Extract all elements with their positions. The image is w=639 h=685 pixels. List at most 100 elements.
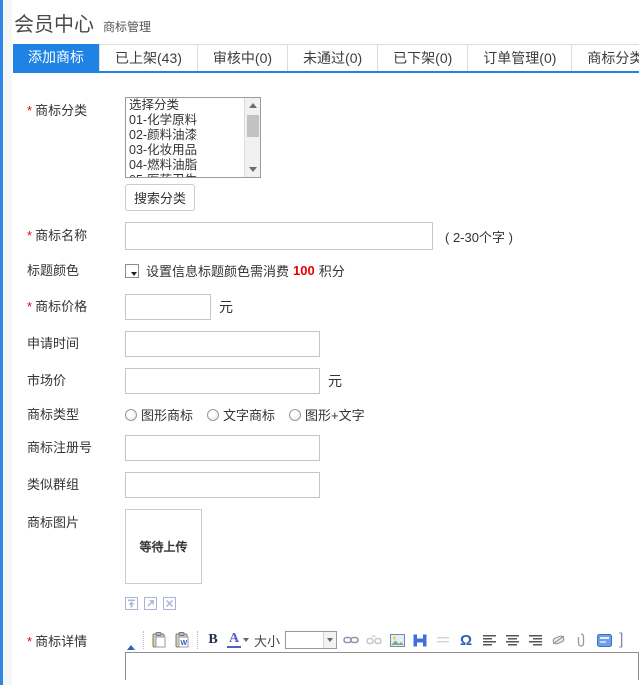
- toolbar-separator: [197, 631, 198, 649]
- combo-dropdown-icon[interactable]: [323, 632, 336, 648]
- similar-group-input[interactable]: [125, 472, 320, 498]
- tab-add-trademark[interactable]: 添加商标: [13, 44, 99, 71]
- tab-on-shelf[interactable]: 已上架(43): [99, 44, 198, 71]
- breadcrumb: 商标管理: [103, 18, 151, 35]
- source-icon[interactable]: [595, 631, 613, 649]
- paste-from-word-icon[interactable]: W: [173, 631, 191, 649]
- open-preview-icon[interactable]: [144, 597, 157, 610]
- title-color-label: 标题颜色: [27, 263, 125, 279]
- paste-icon[interactable]: [150, 631, 168, 649]
- collapse-toolbar-icon[interactable]: [127, 645, 135, 650]
- row-reg-number: 商标注册号: [27, 435, 639, 461]
- page-title: 会员中心: [14, 8, 94, 37]
- apply-time-label: 申请时间: [27, 336, 125, 352]
- add-trademark-form: *商标分类 选择分类 01-化学原料 02-颜料油漆 03-化妆用品 04-燃料…: [13, 73, 639, 680]
- tab-off-shelf[interactable]: 已下架(0): [378, 44, 468, 71]
- type-label: 商标类型: [27, 407, 125, 423]
- category-option[interactable]: 04-燃料油脂: [126, 158, 245, 173]
- row-type: 商标类型 图形商标 文字商标 图形+文字: [27, 405, 639, 424]
- required-asterisk: *: [27, 228, 32, 243]
- font-color-dropdown-icon[interactable]: [243, 638, 249, 642]
- font-size-value: [286, 632, 323, 648]
- category-option[interactable]: 03-化妆用品: [126, 143, 245, 158]
- bold-button[interactable]: B: [204, 631, 222, 649]
- category-option[interactable]: 02-颜料油漆: [126, 128, 245, 143]
- row-similar-group: 类似群组: [27, 472, 639, 498]
- name-label: *商标名称: [27, 228, 125, 244]
- radio-icon[interactable]: [289, 409, 301, 421]
- editor-content-area[interactable]: [125, 652, 639, 680]
- tab-rejected[interactable]: 未通过(0): [288, 44, 378, 71]
- align-right-icon[interactable]: [526, 631, 544, 649]
- unlink-icon[interactable]: [365, 631, 383, 649]
- category-option[interactable]: 选择分类: [126, 98, 245, 113]
- required-asterisk: *: [27, 299, 32, 314]
- detail-label: *商标详情: [27, 628, 125, 680]
- row-category: *商标分类 选择分类 01-化学原料 02-颜料油漆 03-化妆用品 04-燃料…: [27, 97, 639, 211]
- category-label: *商标分类: [27, 97, 125, 211]
- similar-group-label: 类似群组: [27, 477, 125, 493]
- title-color-cost: 100: [293, 263, 315, 278]
- radio-type-text[interactable]: 文字商标: [207, 405, 275, 424]
- radio-icon[interactable]: [207, 409, 219, 421]
- search-category-button[interactable]: 搜索分类: [125, 184, 195, 211]
- required-asterisk: *: [27, 634, 32, 649]
- tab-orders[interactable]: 订单管理(0): [468, 44, 572, 71]
- page-header: 会员中心 商标管理: [13, 0, 639, 41]
- flash-media-icon[interactable]: [411, 631, 429, 649]
- special-char-icon[interactable]: Ω: [457, 631, 475, 649]
- row-price: *商标价格 元: [27, 294, 639, 320]
- category-option[interactable]: 01-化学原料: [126, 113, 245, 128]
- scroll-down-icon[interactable]: [249, 167, 257, 172]
- scrollbar-thumb[interactable]: [247, 115, 259, 137]
- image-icon[interactable]: [388, 631, 406, 649]
- category-option[interactable]: 05-医药卫生: [126, 173, 245, 177]
- row-apply-time: 申请时间: [27, 331, 639, 357]
- font-size-label: 大小: [254, 631, 280, 650]
- title-color-unit: 积分: [319, 261, 345, 280]
- align-center-icon[interactable]: [503, 631, 521, 649]
- attachment-icon[interactable]: [572, 631, 590, 649]
- trademark-name-input[interactable]: [125, 222, 433, 250]
- member-center-page: 会员中心 商标管理 添加商标 已上架(43) 审核中(0) 未通过(0) 已下架…: [13, 0, 639, 680]
- price-input[interactable]: [125, 294, 211, 320]
- font-size-combo[interactable]: [285, 631, 337, 649]
- rich-text-editor: W B A 大小: [125, 628, 639, 680]
- row-market-price: 市场价 元: [27, 368, 639, 394]
- title-color-text: 设置信息标题颜色需消费: [146, 261, 289, 280]
- remove-format-icon[interactable]: [549, 631, 567, 649]
- toolbar-end-bracket: ]: [619, 631, 623, 649]
- radio-icon[interactable]: [125, 409, 137, 421]
- delete-icon[interactable]: [163, 597, 176, 610]
- tab-in-review[interactable]: 审核中(0): [198, 44, 288, 71]
- svg-text:W: W: [180, 640, 187, 647]
- radio-type-figure[interactable]: 图形商标: [125, 405, 193, 424]
- price-unit: 元: [219, 297, 233, 317]
- market-price-label: 市场价: [27, 373, 125, 389]
- font-color-button[interactable]: A: [227, 632, 241, 648]
- market-price-input[interactable]: [125, 368, 320, 394]
- listbox-scrollbar[interactable]: [244, 98, 260, 177]
- link-icon[interactable]: [342, 631, 360, 649]
- radio-type-figure-text[interactable]: 图形+文字: [289, 405, 365, 424]
- name-length-hint: ( 2-30个字 ): [445, 227, 513, 246]
- scroll-up-icon[interactable]: [245, 98, 260, 113]
- category-listbox[interactable]: 选择分类 01-化学原料 02-颜料油漆 03-化妆用品 04-燃料油脂 05-…: [125, 97, 261, 178]
- title-color-checkbox[interactable]: [125, 264, 139, 278]
- image-label: 商标图片: [27, 509, 125, 610]
- row-name: *商标名称 ( 2-30个字 ): [27, 222, 639, 250]
- reg-number-label: 商标注册号: [27, 440, 125, 456]
- upload-icon[interactable]: [125, 597, 138, 610]
- editor-toolbar: W B A 大小: [125, 628, 639, 652]
- tab-categories[interactable]: 商标分类(0): [572, 44, 639, 71]
- row-detail: *商标详情: [27, 628, 639, 680]
- upload-placeholder: 等待上传: [139, 538, 187, 555]
- image-upload-box[interactable]: 等待上传: [125, 509, 202, 584]
- apply-time-input[interactable]: [125, 331, 320, 357]
- market-price-unit: 元: [328, 371, 342, 391]
- align-left-icon[interactable]: [480, 631, 498, 649]
- tabbar: 添加商标 已上架(43) 审核中(0) 未通过(0) 已下架(0) 订单管理(0…: [13, 44, 639, 73]
- row-image: 商标图片 等待上传: [27, 509, 639, 610]
- horizontal-rule-icon[interactable]: [434, 631, 452, 649]
- reg-number-input[interactable]: [125, 435, 320, 461]
